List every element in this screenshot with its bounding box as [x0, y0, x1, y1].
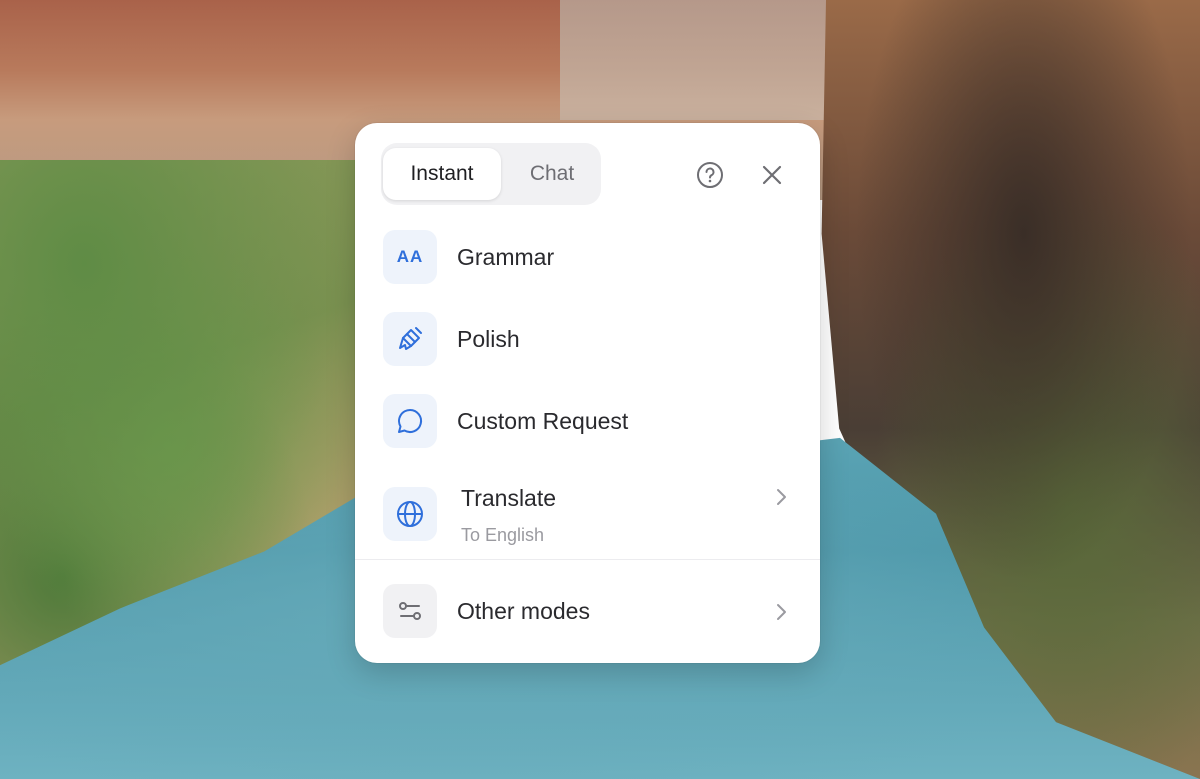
grammar-aa-glyph: AA — [396, 247, 424, 266]
menu-item-grammar-label: Grammar — [457, 244, 555, 270]
sliders-icon — [383, 584, 437, 638]
tab-chat[interactable]: Chat — [507, 148, 597, 200]
globe-icon — [383, 487, 437, 541]
desktop-wallpaper: Instant Chat AA Grammar Polish Custom Re… — [0, 0, 1200, 779]
menu-item-polish[interactable]: Polish — [383, 312, 793, 368]
menu-item-polish-label: Polish — [457, 326, 520, 352]
help-circle-icon — [697, 162, 723, 188]
chat-bubble-icon — [383, 394, 437, 448]
close-icon — [762, 165, 782, 185]
writing-assistant-popup: Instant Chat AA Grammar Polish Custom Re… — [355, 123, 820, 663]
tab-instant[interactable]: Instant — [383, 148, 501, 200]
menu-item-translate[interactable]: Translate To English — [383, 485, 793, 547]
chevron-right-icon — [771, 600, 791, 624]
help-button[interactable] — [692, 157, 728, 193]
close-button[interactable] — [754, 157, 790, 193]
menu-item-grammar[interactable]: AA Grammar — [383, 230, 793, 286]
menu-item-other-modes[interactable]: Other modes — [383, 584, 793, 640]
menu-divider — [355, 559, 820, 560]
menu-item-translate-label: Translate — [461, 485, 557, 511]
menu-item-custom-request[interactable]: Custom Request — [383, 394, 793, 450]
mode-tabs: Instant Chat — [381, 143, 601, 205]
brush-icon — [383, 312, 437, 366]
chevron-right-icon — [771, 485, 791, 509]
menu-item-other-modes-label: Other modes — [457, 598, 590, 624]
wallpaper-haze — [560, 0, 860, 120]
grammar-icon: AA — [383, 230, 437, 284]
menu-item-custom-request-label: Custom Request — [457, 408, 629, 434]
translate-target-language: To English — [461, 525, 545, 545]
